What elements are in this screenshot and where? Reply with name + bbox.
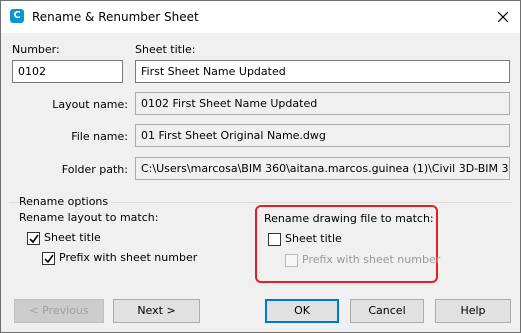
- window-title: Rename & Renumber Sheet: [32, 10, 199, 24]
- number-field[interactable]: [12, 60, 123, 83]
- rename-layout-heading: Rename layout to match:: [19, 211, 159, 224]
- drawing-prefix-label: Prefix with sheet number: [302, 253, 441, 266]
- drawing-sheet-title-label: Sheet title: [285, 232, 342, 245]
- sheet-title-label: Sheet title:: [135, 43, 196, 56]
- close-button[interactable]: [492, 6, 514, 28]
- rename-drawing-heading: Rename drawing file to match:: [264, 212, 434, 225]
- checkbox-box[interactable]: [268, 233, 281, 246]
- rename-options-label: Rename options: [19, 195, 112, 208]
- folder-path-label: Folder path:: [61, 163, 128, 176]
- checkbox-box[interactable]: [42, 252, 55, 265]
- folder-path-field: C:\Users\marcosa\BIM 360\aitana.marcos.g…: [135, 157, 510, 180]
- previous-button[interactable]: < Previous: [14, 299, 104, 323]
- checkbox-box[interactable]: [27, 232, 40, 245]
- layout-name-field: 0102 First Sheet Name Updated: [135, 92, 510, 115]
- next-button[interactable]: Next >: [113, 299, 200, 323]
- file-name-label: File name:: [71, 130, 128, 143]
- checkmark-icon: [44, 254, 54, 264]
- number-label: Number:: [12, 43, 60, 56]
- layout-sheet-title-label: Sheet title: [44, 231, 101, 244]
- sheet-title-field[interactable]: [135, 60, 510, 83]
- sheet-title-input[interactable]: [141, 61, 504, 82]
- layout-name-label: Layout name:: [52, 98, 128, 111]
- checkbox-box[interactable]: [285, 254, 298, 267]
- layout-prefix-label: Prefix with sheet number: [59, 251, 198, 264]
- number-input[interactable]: [18, 61, 117, 82]
- title-bar: C Rename & Renumber Sheet: [1, 1, 520, 33]
- close-icon: [498, 12, 508, 22]
- file-name-field: 01 First Sheet Original Name.dwg: [135, 124, 510, 147]
- ok-button[interactable]: OK: [265, 299, 339, 323]
- rename-renumber-dialog: C Rename & Renumber Sheet Number: Sheet …: [0, 0, 521, 333]
- cancel-button[interactable]: Cancel: [350, 299, 424, 323]
- checkmark-icon: [29, 234, 39, 244]
- help-button[interactable]: Help: [435, 299, 511, 323]
- civil3d-app-icon: C: [10, 9, 24, 23]
